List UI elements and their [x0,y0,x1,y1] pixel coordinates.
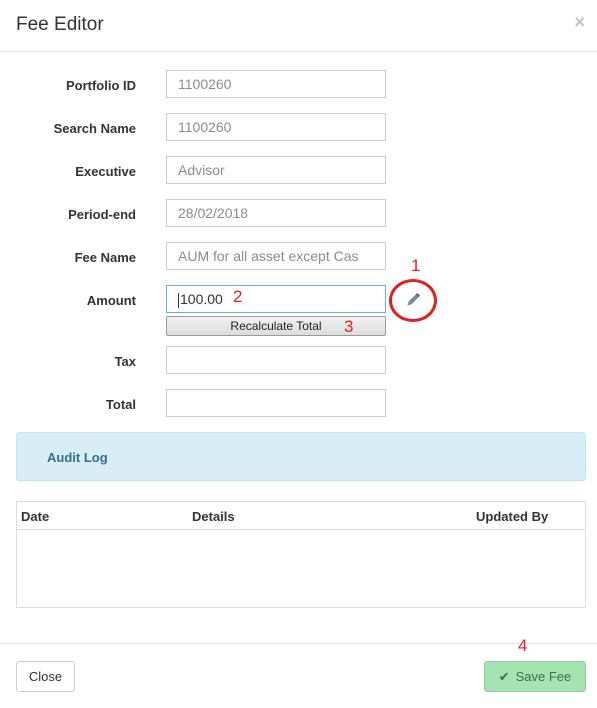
tax-field[interactable] [166,346,386,374]
label-amount: Amount [86,293,136,308]
column-date: Date [21,509,50,524]
column-details: Details [192,509,235,524]
total-field[interactable] [166,389,386,417]
audit-table-header: Date Details Updated By [17,502,585,530]
modal-title: Fee Editor [16,14,104,35]
portfolio-id-field[interactable]: 1100260 [166,70,386,98]
annotation-circle [389,279,437,322]
annotation-4: 4 [518,636,528,655]
close-button[interactable]: Close [16,661,75,692]
label-executive: Executive [75,164,136,179]
fee-name-field[interactable]: AUM for all asset except Cas [166,242,386,270]
annotation-3: 3 [344,317,354,336]
label-tax: Tax [114,354,136,369]
check-icon: ✔ [498,669,510,684]
label-total: Total [105,397,136,412]
modal-header: Fee Editor × [0,0,597,52]
label-search-name: Search Name [53,121,136,136]
close-icon[interactable]: × [574,13,585,31]
label-portfolio-id: Portfolio ID [65,78,136,93]
audit-log-title[interactable]: Audit Log [47,450,108,465]
audit-log-table: Date Details Updated By [16,501,586,608]
annotation-1: 1 [411,256,421,275]
label-period-end: Period-end [68,207,136,222]
label-fee-name: Fee Name [74,250,136,265]
save-fee-button[interactable]: ✔ Save Fee [484,661,586,692]
period-end-field[interactable]: 28/02/2018 [166,199,386,227]
annotation-2: 2 [233,287,243,306]
save-fee-label: Save Fee [515,669,572,684]
amount-field[interactable]: 100.00 [166,285,386,313]
column-updated-by: Updated By [476,509,549,524]
search-name-field[interactable]: 1100260 [166,113,386,141]
audit-log-panel[interactable]: Audit Log [16,432,586,481]
text-caret [178,292,179,308]
amount-value: 100.00 [180,291,223,307]
executive-field[interactable]: Advisor [166,156,386,184]
modal-footer: Close ✔ Save Fee [0,643,597,708]
